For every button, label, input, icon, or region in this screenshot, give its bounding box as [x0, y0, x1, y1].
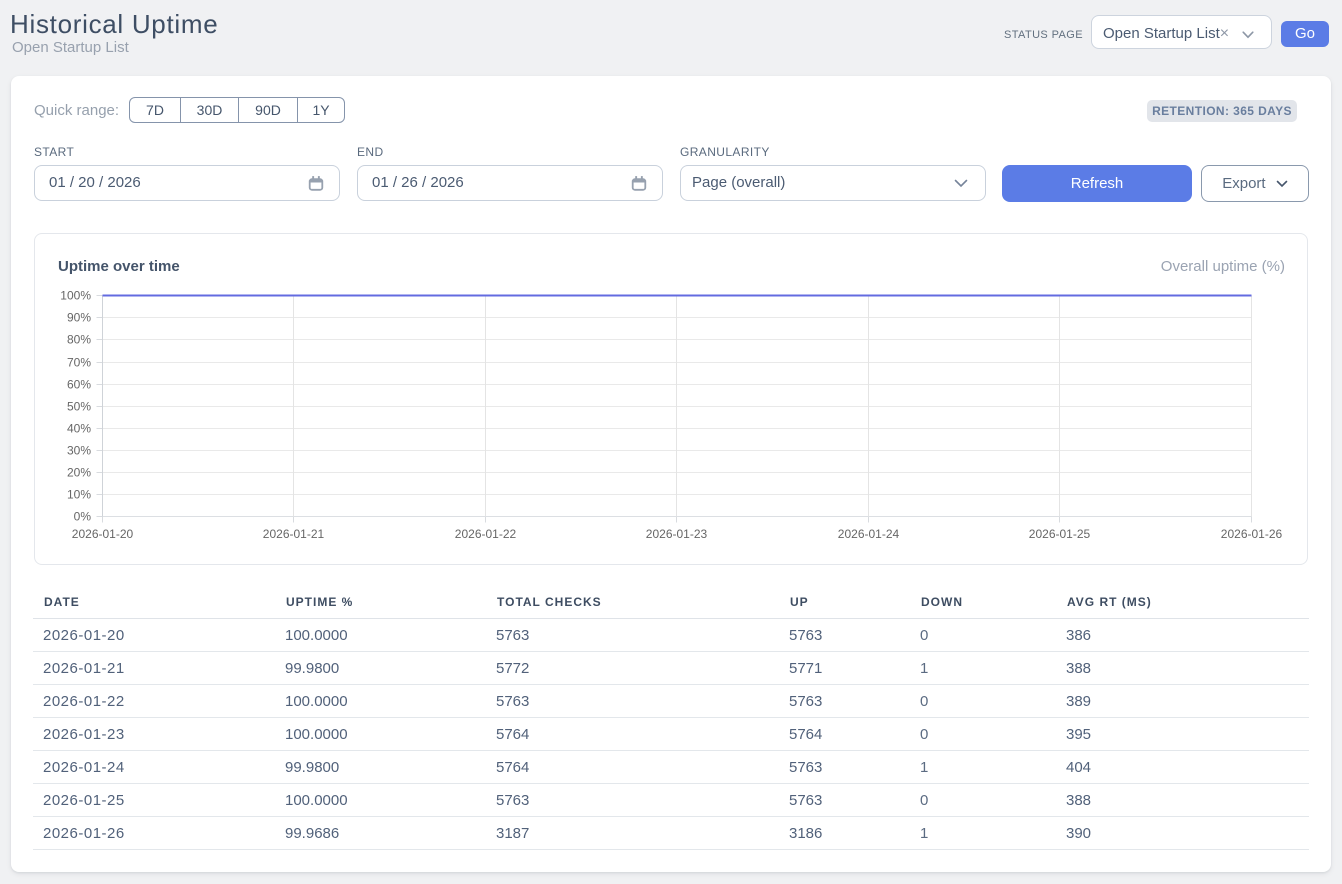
svg-text:90%: 90% — [67, 311, 91, 325]
svg-text:2026-01-24: 2026-01-24 — [838, 527, 900, 541]
svg-text:2026-01-21: 2026-01-21 — [263, 527, 325, 541]
svg-text:20%: 20% — [67, 466, 91, 480]
svg-text:70%: 70% — [67, 356, 91, 370]
svg-text:50%: 50% — [67, 400, 91, 414]
svg-text:2026-01-22: 2026-01-22 — [455, 527, 517, 541]
svg-text:0%: 0% — [74, 510, 92, 524]
svg-text:2026-01-26: 2026-01-26 — [1221, 527, 1283, 541]
svg-text:60%: 60% — [67, 378, 91, 392]
svg-text:30%: 30% — [67, 444, 91, 458]
svg-text:80%: 80% — [67, 333, 91, 347]
svg-text:10%: 10% — [67, 488, 91, 502]
svg-text:2026-01-25: 2026-01-25 — [1029, 527, 1091, 541]
svg-text:40%: 40% — [67, 422, 91, 436]
svg-text:2026-01-23: 2026-01-23 — [646, 527, 708, 541]
svg-text:100%: 100% — [60, 289, 91, 303]
svg-text:2026-01-20: 2026-01-20 — [72, 527, 134, 541]
